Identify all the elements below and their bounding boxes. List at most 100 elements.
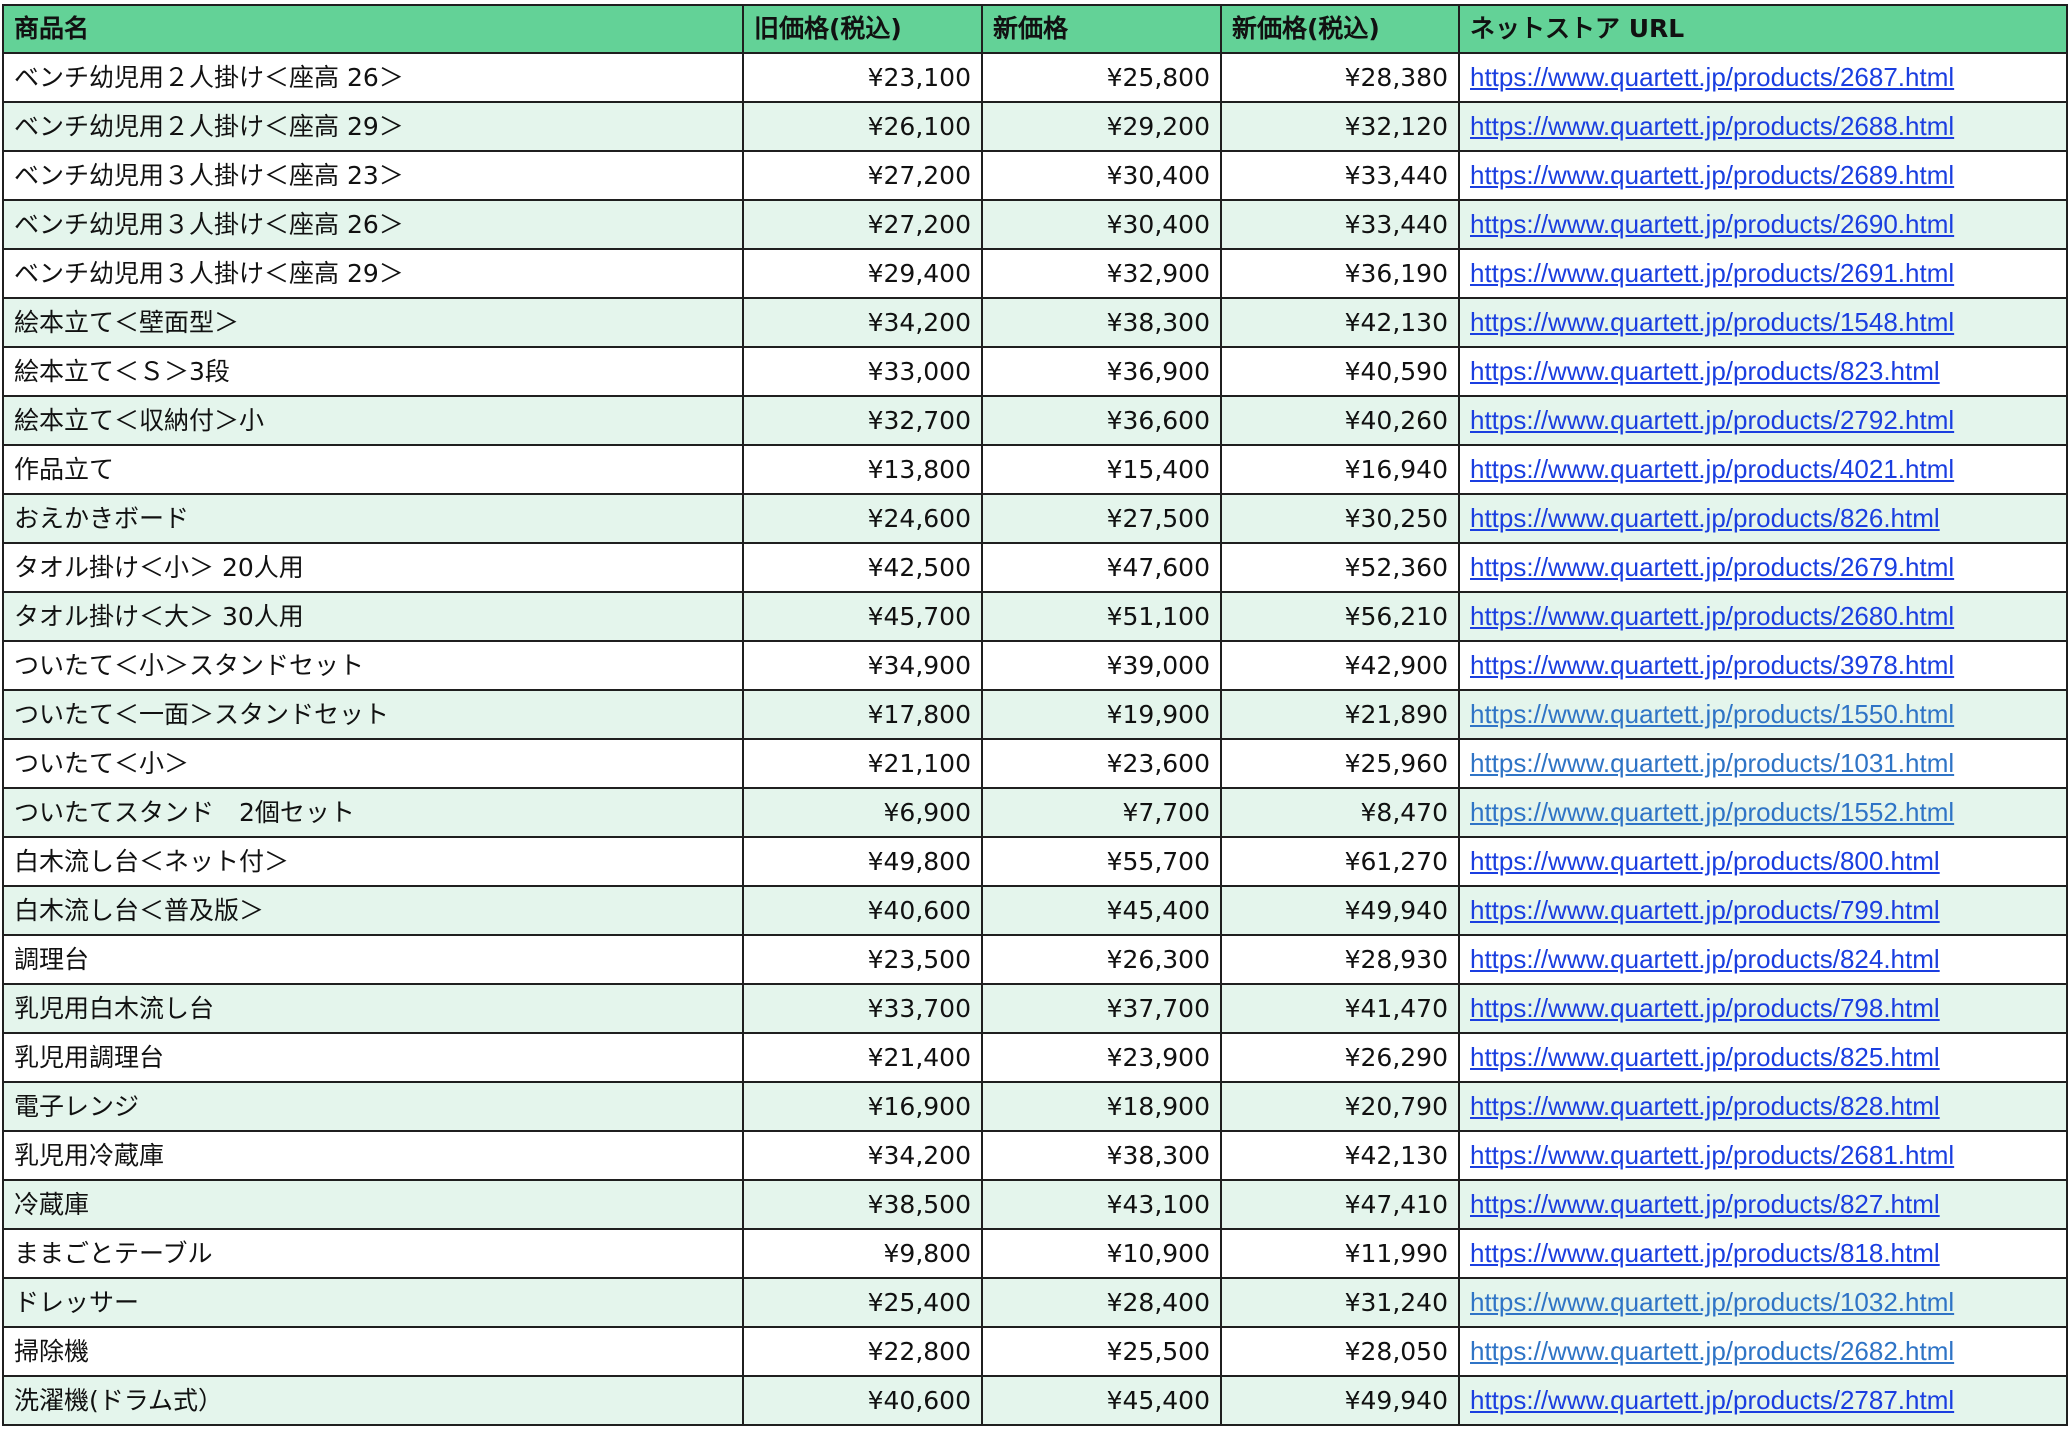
product-link[interactable]: https://www.quartett.jp/products/2679.ht… [1470, 552, 1954, 582]
product-link[interactable]: https://www.quartett.jp/products/827.htm… [1470, 1189, 1940, 1219]
new-price-cell: ¥36,600 [981, 395, 1222, 446]
product-link[interactable]: https://www.quartett.jp/products/2691.ht… [1470, 258, 1954, 288]
old-price-cell: ¥27,200 [742, 199, 983, 250]
price-sheet: 商品名 旧価格(税込) 新価格 新価格(税込) ネットストア URL ベンチ幼児… [2, 4, 2068, 1426]
product-link[interactable]: https://www.quartett.jp/products/2682.ht… [1470, 1336, 1954, 1366]
table-row: 絵本立て＜Ｓ＞3段 ¥33,000 ¥36,900 ¥40,590 https://ww… [2, 346, 2068, 397]
new-price-tax-cell: ¥49,940 [1220, 885, 1460, 936]
product-name-cell: ついたてスタンド 2個セット [2, 787, 744, 838]
old-price-cell: ¥13,800 [742, 444, 983, 495]
new-price-tax-cell: ¥21,890 [1220, 689, 1460, 740]
store-url-cell: https://www.quartett.jp/products/1552.ht… [1458, 787, 2068, 838]
old-price-cell: ¥34,900 [742, 640, 983, 691]
product-link[interactable]: https://www.quartett.jp/products/1031.ht… [1470, 748, 1954, 778]
store-url-cell: https://www.quartett.jp/products/825.htm… [1458, 1032, 2068, 1083]
product-link[interactable]: https://www.quartett.jp/products/800.htm… [1470, 846, 1940, 876]
new-price-tax-cell: ¥42,900 [1220, 640, 1460, 691]
store-url-cell: https://www.quartett.jp/products/2787.ht… [1458, 1375, 2068, 1426]
new-price-tax-cell: ¥40,590 [1220, 346, 1460, 397]
old-price-cell: ¥6,900 [742, 787, 983, 838]
store-url-cell: https://www.quartett.jp/products/2691.ht… [1458, 248, 2068, 299]
product-link[interactable]: https://www.quartett.jp/products/825.htm… [1470, 1042, 1940, 1072]
table-row: ついたてスタンド 2個セット ¥6,900 ¥7,700 ¥8,470 https://… [2, 787, 2068, 838]
table-row: 作品立て ¥13,800 ¥15,400 ¥16,940 https://www.qua… [2, 444, 2068, 495]
new-price-tax-cell: ¥56,210 [1220, 591, 1460, 642]
old-price-cell: ¥9,800 [742, 1228, 983, 1279]
product-link[interactable]: https://www.quartett.jp/products/2680.ht… [1470, 601, 1954, 631]
product-name-cell: ついたて＜一面＞スタンドセット [2, 689, 744, 740]
product-link[interactable]: https://www.quartett.jp/products/1552.ht… [1470, 797, 1954, 827]
header-old-price: 旧価格(税込) [742, 4, 983, 54]
new-price-tax-cell: ¥20,790 [1220, 1081, 1460, 1132]
old-price-cell: ¥42,500 [742, 542, 983, 593]
product-name-cell: 白木流し台＜ネット付＞ [2, 836, 744, 887]
product-name-cell: タオル掛け＜大＞ 30人用 [2, 591, 744, 642]
product-name-cell: タオル掛け＜小＞ 20人用 [2, 542, 744, 593]
product-link[interactable]: https://www.quartett.jp/products/798.htm… [1470, 993, 1940, 1023]
store-url-cell: https://www.quartett.jp/products/827.htm… [1458, 1179, 2068, 1230]
new-price-cell: ¥39,000 [981, 640, 1222, 691]
store-url-cell: https://www.quartett.jp/products/800.htm… [1458, 836, 2068, 887]
product-link[interactable]: https://www.quartett.jp/products/2787.ht… [1470, 1385, 1954, 1415]
product-name-cell: 洗濯機(ドラム式） [2, 1375, 744, 1426]
product-link[interactable]: https://www.quartett.jp/products/2689.ht… [1470, 160, 1954, 190]
new-price-cell: ¥30,400 [981, 150, 1222, 201]
old-price-cell: ¥40,600 [742, 1375, 983, 1426]
table-row: 冷蔵庫 ¥38,500 ¥43,100 ¥47,410 https://www.quar… [2, 1179, 2068, 1230]
new-price-tax-cell: ¥30,250 [1220, 493, 1460, 544]
old-price-cell: ¥23,500 [742, 934, 983, 985]
store-url-cell: https://www.quartett.jp/products/2689.ht… [1458, 150, 2068, 201]
product-link[interactable]: https://www.quartett.jp/products/3978.ht… [1470, 650, 1954, 680]
table-row: ついたて＜一面＞スタンドセット ¥17,800 ¥19,900 ¥21,890 http… [2, 689, 2068, 740]
product-name-cell: ベンチ幼児用３人掛け＜座高 23＞ [2, 150, 744, 201]
old-price-cell: ¥22,800 [742, 1326, 983, 1377]
new-price-tax-cell: ¥25,960 [1220, 738, 1460, 789]
product-link[interactable]: https://www.quartett.jp/products/1548.ht… [1470, 307, 1954, 337]
product-name-cell: 掃除機 [2, 1326, 744, 1377]
table-row: 乳児用白木流し台 ¥33,700 ¥37,700 ¥41,470 https://www… [2, 983, 2068, 1034]
product-link[interactable]: https://www.quartett.jp/products/1032.ht… [1470, 1287, 1954, 1317]
new-price-cell: ¥15,400 [981, 444, 1222, 495]
product-name-cell: ベンチ幼児用２人掛け＜座高 26＞ [2, 52, 744, 103]
product-link[interactable]: https://www.quartett.jp/products/818.htm… [1470, 1238, 1940, 1268]
new-price-cell: ¥29,200 [981, 101, 1222, 152]
new-price-cell: ¥18,900 [981, 1081, 1222, 1132]
old-price-cell: ¥32,700 [742, 395, 983, 446]
new-price-cell: ¥23,600 [981, 738, 1222, 789]
old-price-cell: ¥26,100 [742, 101, 983, 152]
store-url-cell: https://www.quartett.jp/products/799.htm… [1458, 885, 2068, 936]
product-link[interactable]: https://www.quartett.jp/products/824.htm… [1470, 944, 1940, 974]
new-price-tax-cell: ¥28,380 [1220, 52, 1460, 103]
product-link[interactable]: https://www.quartett.jp/products/799.htm… [1470, 895, 1940, 925]
product-link[interactable]: https://www.quartett.jp/products/2792.ht… [1470, 405, 1954, 435]
product-link[interactable]: https://www.quartett.jp/products/823.htm… [1470, 356, 1940, 386]
product-link[interactable]: https://www.quartett.jp/products/1550.ht… [1470, 699, 1954, 729]
new-price-cell: ¥45,400 [981, 1375, 1222, 1426]
store-url-cell: https://www.quartett.jp/products/2688.ht… [1458, 101, 2068, 152]
table-row: ベンチ幼児用２人掛け＜座高 26＞ ¥23,100 ¥25,800 ¥28,380 ht… [2, 52, 2068, 103]
new-price-cell: ¥25,800 [981, 52, 1222, 103]
product-name-cell: 乳児用白木流し台 [2, 983, 744, 1034]
table-row: 白木流し台＜ネット付＞ ¥49,800 ¥55,700 ¥61,270 https://… [2, 836, 2068, 887]
store-url-cell: https://www.quartett.jp/products/2690.ht… [1458, 199, 2068, 250]
store-url-cell: https://www.quartett.jp/products/826.htm… [1458, 493, 2068, 544]
new-price-cell: ¥37,700 [981, 983, 1222, 1034]
product-link[interactable]: https://www.quartett.jp/products/4021.ht… [1470, 454, 1954, 484]
new-price-tax-cell: ¥16,940 [1220, 444, 1460, 495]
product-name-cell: 電子レンジ [2, 1081, 744, 1132]
product-link[interactable]: https://www.quartett.jp/products/826.htm… [1470, 503, 1940, 533]
table-row: ベンチ幼児用３人掛け＜座高 23＞ ¥27,200 ¥30,400 ¥33,440 ht… [2, 150, 2068, 201]
product-link[interactable]: https://www.quartett.jp/products/2681.ht… [1470, 1140, 1954, 1170]
product-name-cell: ついたて＜小＞スタンドセット [2, 640, 744, 691]
product-link[interactable]: https://www.quartett.jp/products/828.htm… [1470, 1091, 1940, 1121]
store-url-cell: https://www.quartett.jp/products/828.htm… [1458, 1081, 2068, 1132]
product-link[interactable]: https://www.quartett.jp/products/2688.ht… [1470, 111, 1954, 141]
store-url-cell: https://www.quartett.jp/products/2687.ht… [1458, 52, 2068, 103]
new-price-cell: ¥28,400 [981, 1277, 1222, 1328]
new-price-tax-cell: ¥28,050 [1220, 1326, 1460, 1377]
product-link[interactable]: https://www.quartett.jp/products/2687.ht… [1470, 62, 1954, 92]
product-link[interactable]: https://www.quartett.jp/products/2690.ht… [1470, 209, 1954, 239]
old-price-cell: ¥21,400 [742, 1032, 983, 1083]
store-url-cell: https://www.quartett.jp/products/2681.ht… [1458, 1130, 2068, 1181]
store-url-cell: https://www.quartett.jp/products/2680.ht… [1458, 591, 2068, 642]
